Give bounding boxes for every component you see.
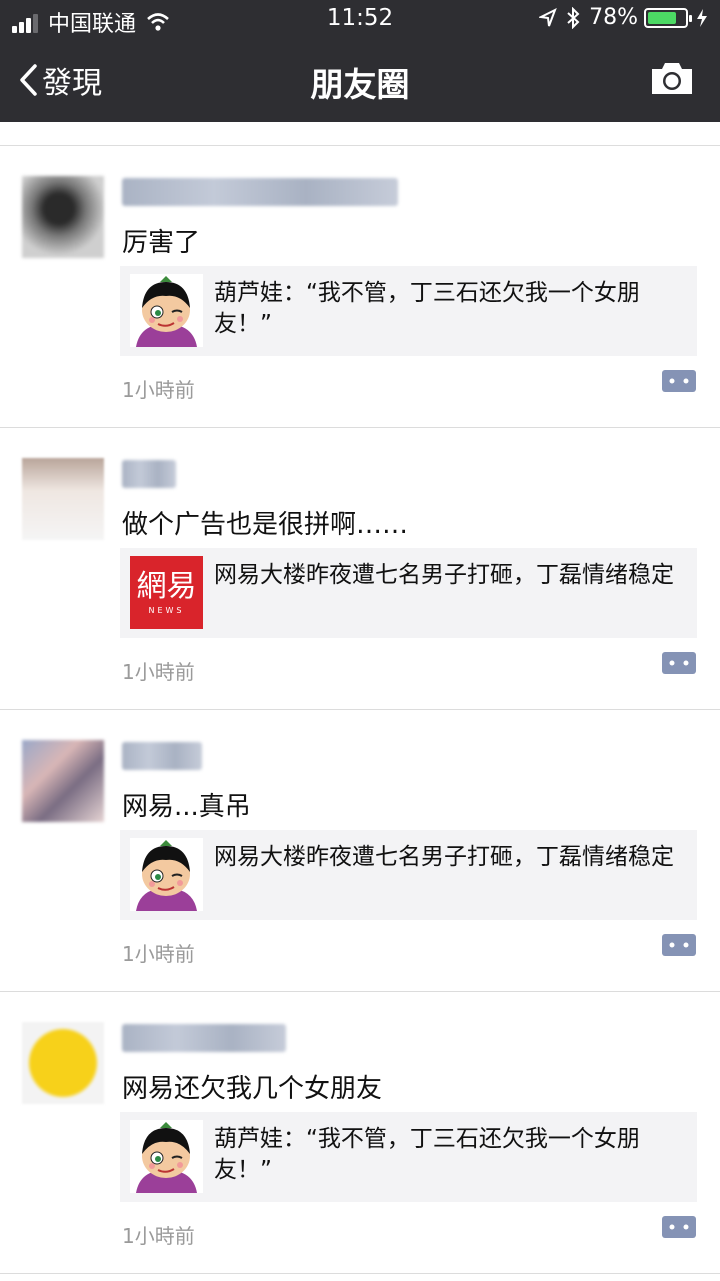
shared-link-card[interactable]: 葫芦娃：“我不管，丁三石还欠我一个女朋友！” bbox=[120, 266, 697, 356]
user-name-blurred[interactable] bbox=[122, 178, 398, 206]
post-text: 网易还欠我几个女朋友 bbox=[122, 1074, 383, 1104]
camera-icon bbox=[652, 63, 692, 94]
link-title: 葫芦娃：“我不管，丁三石还欠我一个女朋友！” bbox=[214, 1126, 640, 1183]
top-bar: 中国联通 11:52 78% 發現 朋友圈 bbox=[0, 0, 720, 122]
post-text: 做个广告也是很拼啊…… bbox=[122, 510, 409, 540]
shared-link-card[interactable]: 葫芦娃：“我不管，丁三石还欠我一个女朋友！” bbox=[120, 1112, 697, 1202]
comment-icon[interactable] bbox=[662, 1216, 696, 1242]
battery-percent: 78% bbox=[589, 5, 638, 30]
comment-icon[interactable] bbox=[662, 934, 696, 960]
comment-icon[interactable] bbox=[662, 370, 696, 396]
netease-logo-text: 網易 bbox=[136, 569, 197, 604]
link-title: 网易大楼昨夜遭七名男子打砸，丁磊情绪稳定 bbox=[214, 844, 674, 870]
calabash-boy-thumbnail bbox=[130, 274, 203, 347]
avatar[interactable] bbox=[22, 458, 104, 540]
camera-button[interactable] bbox=[650, 60, 694, 100]
link-title: 网易大楼昨夜遭七名男子打砸，丁磊情绪稳定 bbox=[214, 562, 674, 588]
post-time: 1小時前 bbox=[122, 660, 195, 684]
comment-icon[interactable] bbox=[662, 652, 696, 678]
netease-logo-subtext: NEWS bbox=[148, 606, 185, 615]
avatar[interactable] bbox=[22, 176, 104, 258]
avatar[interactable] bbox=[22, 740, 104, 822]
user-name-blurred[interactable] bbox=[122, 460, 176, 488]
nav-bar: 發現 朋友圈 bbox=[0, 40, 720, 122]
feed-post: 厉害了 葫芦娃：“我不管，丁三石还欠我一个女朋友！” 1小時前 bbox=[0, 146, 720, 428]
shared-link-card[interactable]: 網易 NEWS 网易大楼昨夜遭七名男子打砸，丁磊情绪稳定 bbox=[120, 548, 697, 638]
feed-post: 网易还欠我几个女朋友 葫芦娃：“我不管，丁三石还欠我一个女朋友！” 1小時前 bbox=[0, 992, 720, 1274]
battery-icon bbox=[644, 7, 692, 28]
location-arrow-icon bbox=[539, 7, 557, 26]
link-title: 葫芦娃：“我不管，丁三石还欠我一个女朋友！” bbox=[214, 280, 640, 337]
user-name-blurred[interactable] bbox=[122, 742, 202, 770]
feed-post: 网易...真吊 网易大楼昨夜遭七名男子打砸，丁磊情绪稳定 1小時前 bbox=[0, 710, 720, 992]
avatar[interactable] bbox=[22, 1022, 104, 1104]
shared-link-card[interactable]: 网易大楼昨夜遭七名男子打砸，丁磊情绪稳定 bbox=[120, 830, 697, 920]
battery-level bbox=[648, 11, 677, 24]
user-name-blurred[interactable] bbox=[122, 1024, 286, 1052]
post-time: 1小時前 bbox=[122, 378, 195, 402]
calabash-boy-thumbnail bbox=[130, 838, 203, 911]
bluetooth-icon bbox=[567, 6, 580, 29]
post-text: 网易...真吊 bbox=[122, 792, 251, 822]
feed-post: 做个广告也是很拼啊…… 網易 NEWS 网易大楼昨夜遭七名男子打砸，丁磊情绪稳定… bbox=[0, 428, 720, 710]
calabash-boy-thumbnail bbox=[130, 1120, 203, 1193]
netease-news-logo: 網易 NEWS bbox=[130, 556, 203, 629]
post-time: 1小時前 bbox=[122, 1224, 195, 1248]
charging-bolt-icon bbox=[697, 8, 707, 27]
status-bar: 中国联通 11:52 78% bbox=[0, 0, 720, 40]
post-time: 1小時前 bbox=[122, 942, 195, 966]
page-title: 朋友圈 bbox=[310, 65, 410, 104]
post-text: 厉害了 bbox=[122, 228, 201, 258]
